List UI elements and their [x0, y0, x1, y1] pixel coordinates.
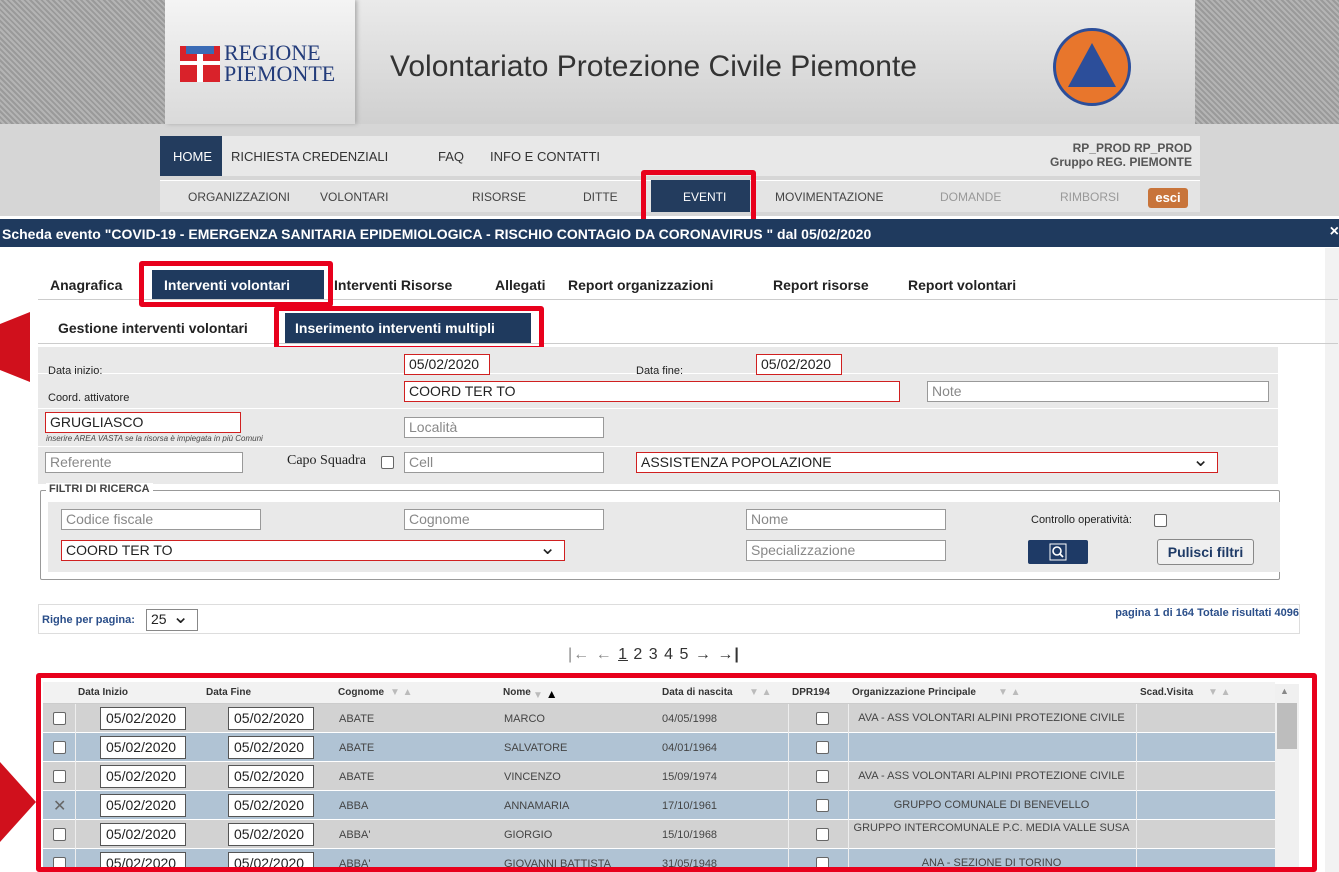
righe-per-pagina-label: Righe per pagina: [42, 614, 135, 626]
user-name: RP_PROD RP_PROD [1072, 141, 1192, 155]
pager: |← ← 1 2 3 4 5 → →| [568, 646, 740, 664]
attivita-value: ASSISTENZA POPOLAZIONE [641, 454, 832, 470]
tab-interventi-risorse[interactable]: Interventi Risorse [334, 270, 452, 300]
righe-per-pagina-select[interactable]: 25 [146, 604, 198, 631]
righe-value: 25 [151, 611, 167, 627]
coord-attivatore-field[interactable]: COORD TER TO [404, 381, 900, 402]
nav-movimentazione[interactable]: MOVIMENTAZIONE [775, 190, 883, 204]
data-inizio-label: Data inizio: [48, 365, 103, 377]
pagination-bar [38, 604, 1300, 634]
page-scrollbar[interactable] [1325, 248, 1339, 872]
page-4[interactable]: 4 [664, 646, 674, 663]
page-1[interactable]: 1 [618, 646, 628, 663]
controllo-operativita-checkbox[interactable] [1154, 514, 1167, 527]
codice-fiscale-field[interactable]: Codice fiscale [61, 509, 261, 530]
search-icon [1049, 543, 1067, 561]
nav-info-contatti[interactable]: INFO E CONTATTI [490, 149, 600, 164]
subtabs-divider [38, 343, 1338, 344]
nav-home[interactable]: HOME [173, 149, 212, 164]
note-field[interactable]: Note [927, 381, 1269, 402]
referente-field[interactable]: Referente [45, 452, 243, 473]
data-inizio-field[interactable]: 05/02/2020 [404, 354, 490, 375]
nav-volontari[interactable]: VOLONTARI [320, 190, 388, 204]
nav-risorse[interactable]: RISORSE [472, 190, 526, 204]
header-pattern-right [1195, 0, 1339, 124]
form-sep2 [38, 408, 1278, 409]
page-2[interactable]: 2 [633, 646, 643, 663]
annotation-arrow-grid-icon [0, 762, 36, 842]
capo-squadra-label: Capo Squadra [287, 453, 366, 468]
search-button[interactable] [1028, 540, 1088, 564]
specializzazione-field[interactable]: Specializzazione [746, 540, 946, 561]
nav-rimborsi[interactable]: RIMBORSI [1060, 190, 1119, 204]
tab-report-volontari[interactable]: Report volontari [908, 270, 1016, 300]
organizzazione-filter-value: COORD TER TO [66, 542, 173, 558]
piemonte-flag-icon [180, 46, 220, 82]
data-fine-field[interactable]: 05/02/2020 [756, 354, 842, 375]
highlight-eventi [641, 170, 756, 226]
first-page-icon[interactable]: |← [568, 646, 590, 663]
controllo-operativita-label: Controllo operatività: [1031, 514, 1132, 526]
nav-faq[interactable]: FAQ [438, 149, 464, 164]
form-sep3 [38, 446, 1278, 447]
capo-squadra-checkbox[interactable] [381, 456, 394, 469]
header-pattern-left [0, 0, 165, 124]
logo-line2: PIEMONTE [224, 61, 336, 86]
tab-allegati[interactable]: Allegati [495, 270, 546, 300]
coord-attivatore-label: Coord. attivatore [48, 392, 130, 404]
logo-line1: REGIONE [224, 40, 321, 65]
localita-field[interactable]: Località [404, 417, 604, 438]
protezione-civile-emblem-icon [1053, 28, 1131, 106]
logout-button[interactable]: esci [1148, 188, 1188, 208]
nav-ditte[interactable]: DITTE [583, 190, 618, 204]
filters-legend: FILTRI DI RICERCA [46, 483, 153, 495]
nav-richiesta-credenziali[interactable]: RICHIESTA CREDENZIALI [231, 149, 388, 164]
page-5[interactable]: 5 [680, 646, 690, 663]
event-title-bar: Scheda evento "COVID-19 - EMERGENZA SANI… [0, 219, 1339, 247]
highlight-grid [36, 673, 1317, 872]
nav-domande[interactable]: DOMANDE [940, 190, 1001, 204]
subtab-gestione[interactable]: Gestione interventi volontari [58, 313, 248, 343]
last-page-icon[interactable]: →| [717, 646, 739, 663]
cognome-filter-field[interactable]: Cognome [404, 509, 604, 530]
organizzazione-filter-select[interactable]: COORD TER TO [61, 540, 565, 561]
comune-field[interactable]: GRUGLIASCO [45, 412, 241, 433]
tab-anagrafica[interactable]: Anagrafica [50, 270, 122, 300]
page-3[interactable]: 3 [649, 646, 659, 663]
next-page-icon[interactable]: → [695, 646, 712, 663]
tab-report-organizzazioni[interactable]: Report organizzazioni [568, 270, 713, 300]
site-title: Volontariato Protezione Civile Piemonte [390, 50, 917, 83]
highlight-tab-interventi [139, 261, 333, 307]
nav-organizzazioni[interactable]: ORGANIZZAZIONI [188, 190, 290, 204]
close-icon[interactable]: × [1330, 223, 1339, 241]
prev-page-icon[interactable]: ← [596, 646, 613, 663]
data-fine-label: Data fine: [636, 365, 684, 377]
pagination-info: pagina 1 di 164 Totale risultati 4096 [1115, 607, 1299, 619]
pulisci-filtri-button[interactable]: Pulisci filtri [1157, 539, 1254, 565]
logo-text: REGIONE PIEMONTE [224, 40, 336, 86]
attivita-select[interactable]: ASSISTENZA POPOLAZIONE [636, 452, 1218, 473]
comune-hint: inserire AREA VASTA se la risorsa è impi… [46, 434, 263, 443]
nome-filter-field[interactable]: Nome [746, 509, 946, 530]
user-group: Gruppo REG. PIEMONTE [1049, 155, 1192, 169]
tab-report-risorse[interactable]: Report risorse [773, 270, 869, 300]
annotation-arrow-icon [0, 312, 30, 382]
cell-field[interactable]: Cell [404, 452, 604, 473]
highlight-subtab [274, 306, 544, 351]
